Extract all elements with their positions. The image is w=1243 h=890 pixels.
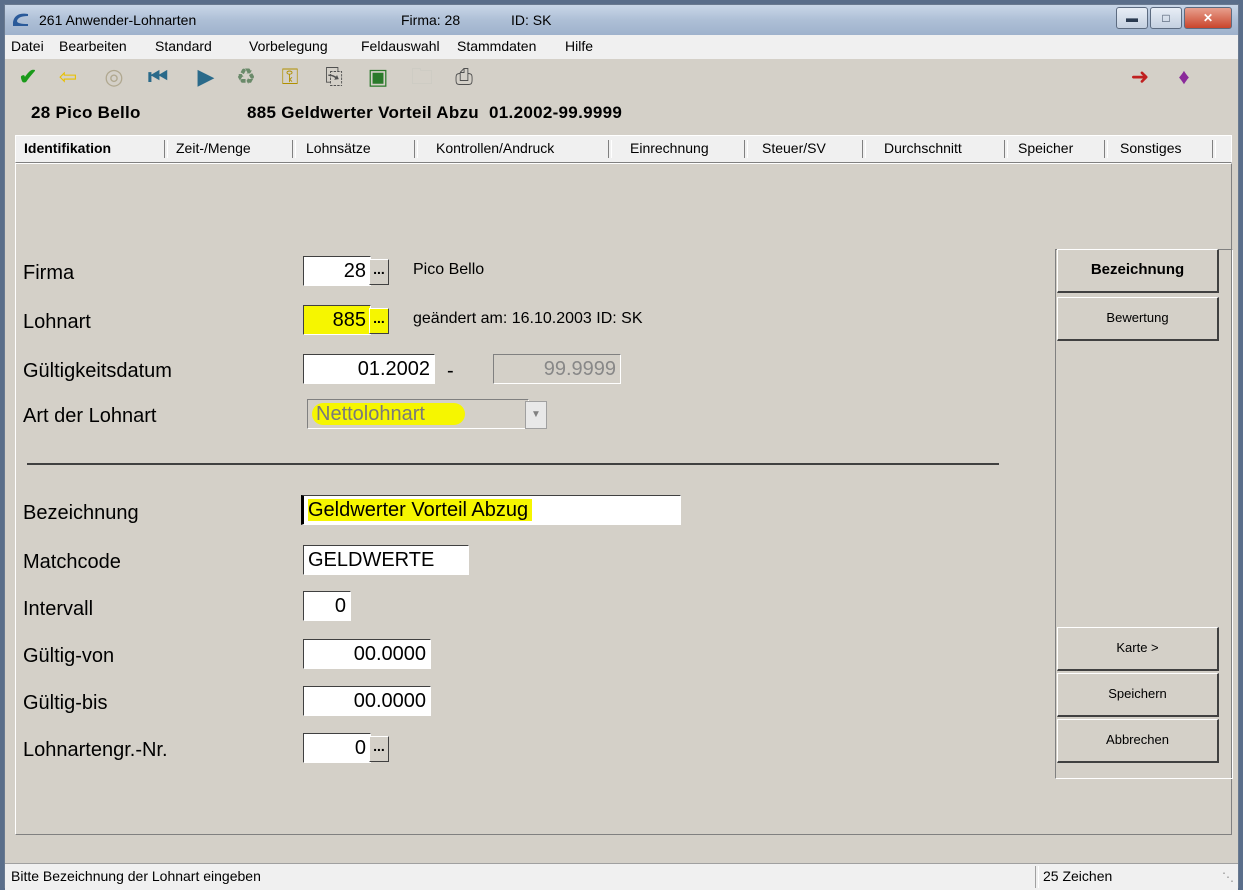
binoculars-icon[interactable]: ◎: [99, 63, 129, 91]
abbrechen-button[interactable]: Abbrechen: [1057, 719, 1219, 763]
book-icon[interactable]: ♦: [1169, 63, 1199, 91]
title-firma: Firma: 28: [401, 12, 461, 28]
bewertung-button[interactable]: Bewertung: [1057, 297, 1219, 341]
firma-input[interactable]: 28: [303, 256, 371, 286]
lohnartengruppe-label: Lohnartengr.-Nr.: [23, 739, 168, 761]
date-range-separator: -: [447, 360, 454, 382]
tab-bar: Identifikation Zeit-/Menge Lohnsätze Kon…: [15, 135, 1232, 163]
gueltig-von-input[interactable]: 00.0000: [303, 639, 431, 669]
header-company: 28 Pico Bello: [31, 103, 141, 122]
title-bar: 261 Anwender-Lohnarten Firma: 28 ID: SK …: [5, 5, 1238, 36]
menu-stammdaten[interactable]: Stammdaten: [457, 38, 536, 54]
maximize-button[interactable]: □: [1150, 7, 1182, 29]
firma-name: Pico Bello: [413, 261, 485, 278]
lohnart-lookup-button[interactable]: ...: [369, 308, 389, 334]
menu-bar: Datei Bearbeiten Standard Vorbelegung Fe…: [5, 35, 1238, 60]
art-select-value: Nettolohnart: [312, 403, 465, 425]
gueltig-to-input: 99.9999: [493, 354, 621, 384]
back-arrow-icon[interactable]: ⇦: [53, 63, 83, 91]
first-record-icon[interactable]: ⏮: [143, 63, 173, 91]
check-icon[interactable]: ✔: [13, 63, 43, 91]
tab-sonstiges[interactable]: Sonstiges: [1120, 140, 1181, 156]
tab-kontrollen[interactable]: Kontrollen/Andruck: [436, 140, 554, 156]
menu-datei[interactable]: Datei: [11, 38, 44, 54]
intervall-input[interactable]: 0: [303, 591, 351, 621]
folder-icon[interactable]: 🗀: [407, 63, 437, 91]
menu-bearbeiten[interactable]: Bearbeiten: [59, 38, 127, 54]
menu-feldauswahl[interactable]: Feldauswahl: [361, 38, 440, 54]
status-divider: [1035, 866, 1039, 888]
lohnart-label: Lohnart: [23, 311, 91, 333]
lohnart-change-info: geändert am: 16.10.2003 ID: SK: [413, 310, 643, 327]
gueltigkeit-label: Gültigkeitsdatum: [23, 360, 172, 382]
gueltig-from-input[interactable]: 01.2002: [303, 354, 435, 384]
bezeichnung-value: Geldwerter Vorteil Abzug: [308, 499, 533, 521]
tab-einrechnung[interactable]: Einrechnung: [630, 140, 709, 156]
menu-vorbelegung[interactable]: Vorbelegung: [249, 38, 328, 54]
gueltig-von-label: Gültig-von: [23, 645, 115, 667]
lohnartengruppe-lookup-button[interactable]: ...: [369, 736, 389, 762]
gueltig-bis-label: Gültig-bis: [23, 692, 108, 714]
tab-separator: [1004, 140, 1008, 158]
firma-label: Firma: [23, 262, 75, 284]
app-icon: [13, 13, 28, 26]
lohnartengruppe-input[interactable]: 0: [303, 733, 371, 763]
tab-steuer-sv[interactable]: Steuer/SV: [762, 140, 826, 156]
tab-lohnsaetze[interactable]: Lohnsätze: [306, 140, 371, 156]
chevron-down-icon: ▼: [525, 401, 547, 429]
intervall-label: Intervall: [23, 598, 94, 620]
art-select: Nettolohnart: [307, 399, 529, 429]
tab-separator: [862, 140, 866, 158]
tab-separator: [608, 140, 612, 158]
menu-standard[interactable]: Standard: [155, 38, 212, 54]
app-window: 261 Anwender-Lohnarten Firma: 28 ID: SK …: [4, 4, 1239, 890]
next-record-icon[interactable]: ▶: [191, 63, 221, 91]
toolbar: ✔ ⇦ ◎ ⏮ ▶ ♻ ⚿ ⎘ ▣ 🗀 ⎙ ➜ ♦: [5, 59, 1238, 95]
record-header: 28 Pico Bello 885 Geldwerter Vorteil Abz…: [5, 95, 1238, 131]
tab-durchschnitt[interactable]: Durchschnitt: [884, 140, 962, 156]
tab-separator: [1104, 140, 1108, 158]
key-icon[interactable]: ⚿: [275, 63, 305, 91]
firma-lookup-button[interactable]: ...: [369, 259, 389, 285]
art-label: Art der Lohnart: [23, 405, 157, 427]
bezeichnung-input[interactable]: Geldwerter Vorteil Abzug: [301, 495, 681, 525]
tab-speicher[interactable]: Speicher: [1018, 140, 1073, 156]
close-button[interactable]: ✕: [1184, 7, 1232, 29]
matchcode-input[interactable]: GELDWERTE: [303, 545, 469, 575]
bezeichnung-label: Bezeichnung: [23, 502, 139, 524]
matchcode-label: Matchcode: [23, 551, 121, 573]
status-bar: Bitte Bezeichnung der Lohnart eingeben 2…: [5, 863, 1238, 890]
speichern-button[interactable]: Speichern: [1057, 673, 1219, 717]
lohnart-input[interactable]: 885: [303, 305, 371, 335]
resize-grip-icon[interactable]: ⋱: [1222, 870, 1234, 884]
karte-button[interactable]: Karte >: [1057, 627, 1219, 671]
tab-separator: [292, 140, 296, 158]
title-id: ID: SK: [511, 12, 552, 28]
recycle-bin-icon[interactable]: ♻: [231, 63, 261, 91]
minimize-button[interactable]: ▬: [1116, 7, 1148, 29]
tab-separator: [164, 140, 168, 158]
header-lohnart: 885 Geldwerter Vorteil Abzu 01.2002-99.9…: [247, 103, 623, 122]
exit-icon[interactable]: ➜: [1125, 63, 1155, 91]
help-screen-icon[interactable]: ▣: [363, 63, 393, 91]
tab-identifikation[interactable]: Identifikation: [24, 140, 111, 156]
char-count: 25 Zeichen: [1043, 868, 1113, 884]
window-title: 261 Anwender-Lohnarten: [39, 12, 197, 28]
tab-separator: [1212, 140, 1216, 158]
section-divider: [27, 463, 999, 465]
printer-icon[interactable]: ⎙: [449, 63, 479, 91]
menu-hilfe[interactable]: Hilfe: [565, 38, 593, 54]
tab-zeit-menge[interactable]: Zeit-/Menge: [176, 140, 251, 156]
import-icon[interactable]: ⎘: [319, 63, 349, 91]
tab-separator: [414, 140, 418, 158]
gueltig-bis-input[interactable]: 00.0000: [303, 686, 431, 716]
tab-separator: [744, 140, 748, 158]
status-message: Bitte Bezeichnung der Lohnart eingeben: [11, 868, 261, 884]
bezeichnung-button[interactable]: Bezeichnung: [1057, 249, 1219, 293]
